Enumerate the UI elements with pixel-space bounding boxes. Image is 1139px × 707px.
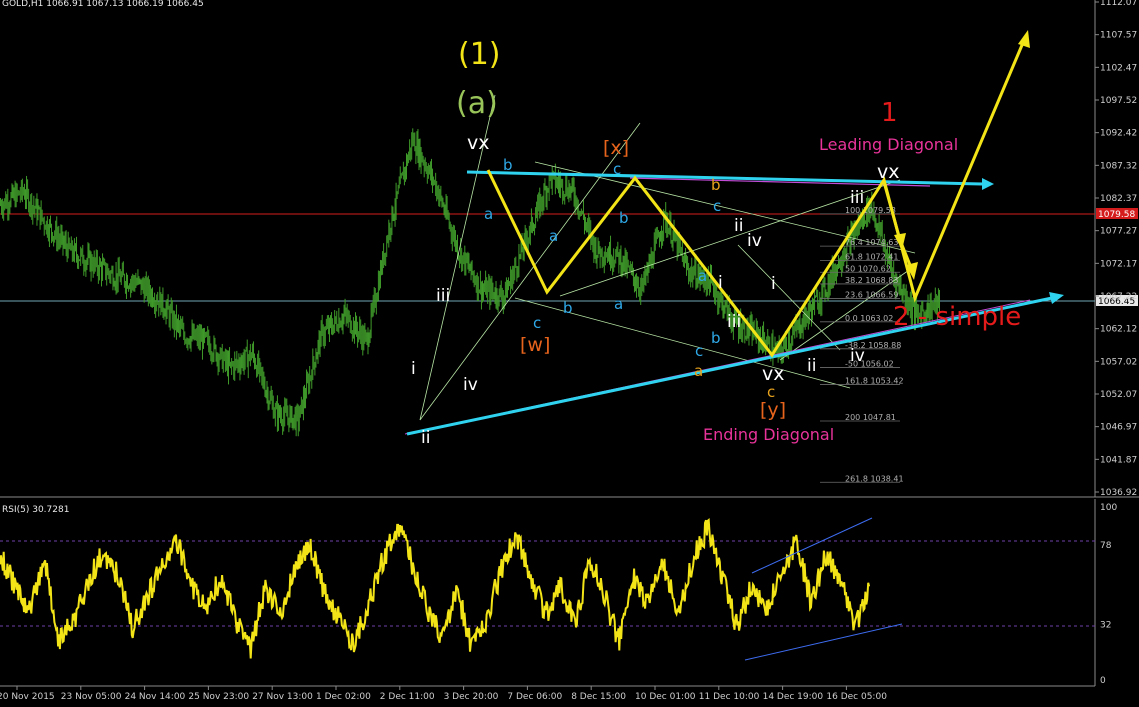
price-tick-label: 1112.07	[1100, 0, 1137, 8]
svg-text:c: c	[533, 314, 541, 332]
price-tick-label: 1077.27	[1100, 227, 1137, 237]
vx-bottom-label: vx	[762, 363, 785, 385]
vx-right-label: vx	[877, 161, 900, 183]
svg-text:b: b	[711, 329, 721, 347]
symbol-header: GOLD,H1 1066.91 1067.13 1066.19 1066.45	[2, 0, 204, 9]
time-tick-label: 23 Nov 05:00	[61, 692, 122, 702]
rsi-tick-label: 78	[1100, 541, 1112, 551]
ending-diagonal-label: Ending Diagonal	[703, 425, 834, 444]
svg-text:b: b	[711, 176, 721, 194]
svg-text:iv: iv	[747, 231, 762, 251]
time-tick-label: 1 Dec 02:00	[316, 692, 371, 702]
time-tick-label: 14 Dec 19:00	[763, 692, 824, 702]
fib-label: 50 1070.62	[845, 264, 891, 273]
svg-text:b: b	[619, 209, 629, 227]
price-tick-label: 1041.87	[1100, 455, 1137, 465]
gold-h1-chart[interactable]: GOLD,H1 1066.91 1067.13 1066.19 1066.45 …	[0, 0, 1139, 707]
rsi-tick-label: 32	[1100, 621, 1111, 631]
price-tick-label: 1036.92	[1100, 488, 1137, 498]
fib-label: 23.6 1066.59	[845, 291, 898, 300]
svg-text:a: a	[694, 362, 703, 380]
time-tick-label: 3 Dec 20:00	[444, 692, 499, 702]
price-tick-label: 1057.02	[1100, 357, 1137, 367]
time-tick-label: 16 Dec 05:00	[826, 692, 887, 702]
svg-text:i: i	[718, 273, 723, 293]
svg-text:a: a	[698, 267, 707, 285]
time-tick-label: 20 Nov 2015	[0, 692, 55, 702]
svg-text:ii: ii	[421, 428, 430, 448]
svg-text:c: c	[713, 197, 721, 215]
time-tick-label: 27 Nov 13:00	[252, 692, 313, 702]
fib-label: 61.8 1072.41	[845, 253, 898, 262]
time-tick-label: 7 Dec 06:00	[507, 692, 562, 702]
svg-text:iv: iv	[463, 375, 478, 395]
rsi-tick-label: 100	[1100, 503, 1117, 513]
leading-diagonal-label: Leading Diagonal	[819, 135, 958, 154]
wave-a-label: (a)	[456, 86, 498, 121]
time-tick-label: 24 Nov 14:00	[125, 692, 186, 702]
svg-text:a: a	[549, 227, 558, 245]
time-tick-label: 8 Dec 15:00	[571, 692, 626, 702]
svg-text:i: i	[411, 359, 416, 379]
price-tick-label: 1052.07	[1100, 390, 1137, 400]
svg-text:iii: iii	[850, 188, 864, 208]
svg-text:iii: iii	[727, 312, 741, 332]
price-tick-label: 1102.47	[1100, 63, 1137, 73]
svg-text:i: i	[771, 274, 776, 294]
fib-label: 261.8 1038.41	[845, 474, 904, 483]
price-tick-label: 1082.37	[1100, 194, 1137, 204]
svg-text:ii: ii	[807, 356, 816, 376]
time-tick-label: 11 Dec 10:00	[699, 692, 760, 702]
price-tick-label: 1107.57	[1100, 31, 1137, 41]
fib-label: 200 1047.81	[845, 413, 896, 422]
price-tick-label: 1087.32	[1100, 161, 1137, 171]
price-tick-label: 1097.52	[1100, 96, 1137, 106]
time-tick-label: 25 Nov 23:00	[188, 692, 249, 702]
resistance-price-label: 1079.58	[1098, 210, 1135, 220]
svg-text:a: a	[614, 295, 623, 313]
price-tick-label: 1072.17	[1100, 259, 1137, 269]
svg-text:iii: iii	[436, 286, 450, 306]
vx-top-label: vx	[467, 132, 490, 154]
svg-text:b: b	[503, 156, 513, 174]
svg-text:c: c	[767, 383, 775, 401]
svg-text:iv: iv	[850, 346, 865, 366]
rsi-header: RSI(5) 30.7281	[2, 505, 69, 515]
y-bracket-label: [y]	[760, 399, 786, 421]
wave-1-label: (1)	[458, 37, 501, 72]
svg-text:ii: ii	[734, 216, 743, 236]
fib-label: 38.2 1068.83	[845, 276, 898, 285]
price-tick-label: 1046.97	[1100, 423, 1137, 433]
price-tick-label: 1062.12	[1100, 325, 1137, 335]
svg-text:a: a	[484, 205, 493, 223]
time-tick-label: 10 Dec 01:00	[635, 692, 696, 702]
price-tick-label: 1067.22	[1100, 292, 1137, 302]
fib-label: 161.8 1053.42	[845, 376, 904, 385]
w-bracket-label: [w]	[520, 334, 550, 356]
time-tick-label: 2 Dec 11:00	[380, 692, 435, 702]
fib-label: 76.4 1074.63	[845, 238, 898, 247]
two-simple-label: 2 - simple	[893, 302, 1021, 332]
red-1-label: 1	[881, 98, 898, 128]
price-tick-label: 1092.42	[1100, 129, 1137, 139]
svg-text:c: c	[613, 160, 621, 178]
svg-text:b: b	[563, 299, 573, 317]
x-bracket-label: [x]	[603, 137, 629, 159]
rsi-tick-label: 0	[1100, 676, 1106, 686]
fib-label: 0.0 1063.02	[845, 314, 893, 323]
svg-text:c: c	[695, 342, 703, 360]
